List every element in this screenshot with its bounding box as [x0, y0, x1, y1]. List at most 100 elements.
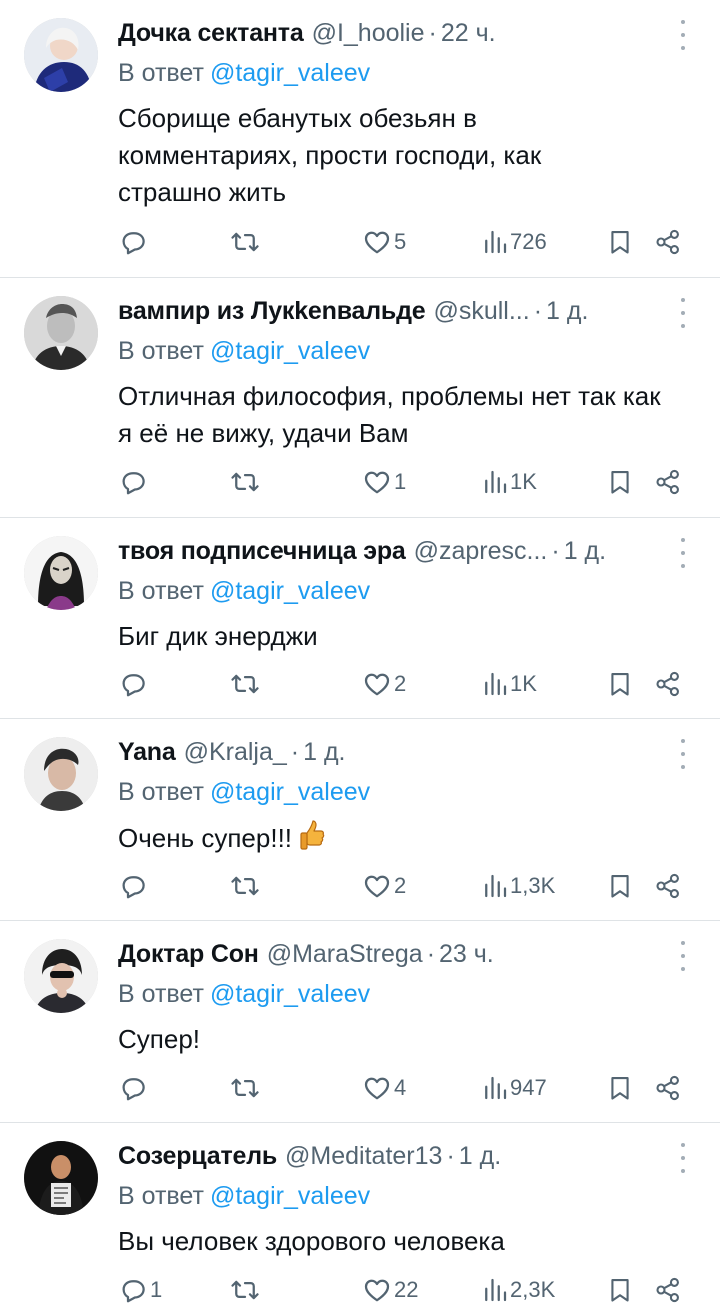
timestamp[interactable]: 23 ч. — [439, 940, 494, 968]
share-button[interactable] — [654, 668, 682, 700]
like-button[interactable]: 1 — [362, 466, 406, 498]
tweet-text: Супер! — [118, 1021, 702, 1058]
reply-prefix: В ответ — [118, 980, 204, 1008]
views-button[interactable]: 2,3K — [482, 1274, 555, 1306]
reply-context: В ответ @tagir_valeev — [118, 334, 370, 368]
more-icon[interactable] — [676, 1143, 690, 1173]
author-handle[interactable]: @Meditater13 — [285, 1142, 442, 1170]
bookmark-button[interactable] — [606, 870, 634, 902]
separator-dot: · — [290, 738, 300, 766]
retweet-button[interactable] — [230, 668, 262, 700]
share-icon — [654, 227, 682, 257]
action-bar: 5 726 — [118, 226, 690, 258]
like-button[interactable]: 4 — [362, 1072, 406, 1104]
more-icon[interactable] — [676, 739, 690, 769]
reply-prefix: В ответ — [118, 1182, 204, 1210]
reply-mention-link[interactable]: @tagir_valeev — [210, 337, 370, 365]
share-button[interactable] — [654, 466, 682, 498]
more-icon[interactable] — [676, 298, 690, 328]
tweet-3[interactable]: твоя подписечница эра @zapresc... · 1 д. В … — [0, 518, 720, 719]
tweet-5[interactable]: Доктар Сон @MaraStrega · 23 ч. В ответ @tagi… — [0, 921, 720, 1123]
author-handle[interactable]: @skull... — [433, 297, 529, 325]
reply-button[interactable]: 1 — [118, 1274, 162, 1306]
bookmark-button[interactable] — [606, 466, 634, 498]
like-button[interactable]: 2 — [362, 668, 406, 700]
tweet-2[interactable]: вампир из Лукkenвальде @skull... · 1 д. В о… — [0, 278, 720, 518]
reply-mention-link[interactable]: @tagir_valeev — [210, 59, 370, 87]
retweet-button[interactable] — [230, 1072, 262, 1104]
author-handle[interactable]: @MaraStrega — [267, 940, 423, 968]
reply-button[interactable] — [118, 870, 150, 902]
retweet-icon — [230, 1073, 260, 1103]
reply-mention-link[interactable]: @tagir_valeev — [210, 980, 370, 1008]
views-button[interactable]: 726 — [482, 226, 547, 258]
share-button[interactable] — [654, 1274, 682, 1306]
views-button[interactable]: 1K — [482, 466, 537, 498]
reply-mention-link[interactable]: @tagir_valeev — [210, 778, 370, 806]
bookmark-button[interactable] — [606, 668, 634, 700]
share-button[interactable] — [654, 870, 682, 902]
timestamp[interactable]: 22 ч. — [441, 19, 496, 47]
avatar[interactable] — [24, 737, 98, 811]
views-button[interactable]: 947 — [482, 1072, 547, 1104]
reply-button[interactable] — [118, 466, 150, 498]
author-name[interactable]: Созерцатель — [118, 1142, 277, 1170]
more-icon[interactable] — [676, 20, 690, 50]
timestamp[interactable]: 1 д. — [564, 537, 606, 565]
like-button[interactable]: 5 — [362, 226, 406, 258]
avatar[interactable] — [24, 18, 98, 92]
views-icon — [482, 227, 508, 257]
share-button[interactable] — [654, 1072, 682, 1104]
views-count: 1,3K — [510, 873, 556, 898]
reply-mention-link[interactable]: @tagir_valeev — [210, 1182, 370, 1210]
author-name[interactable]: Yana — [118, 738, 176, 766]
timestamp[interactable]: 1 д. — [546, 297, 588, 325]
tweet-text: Биг дик энерджи — [118, 618, 702, 655]
share-button[interactable] — [654, 226, 682, 258]
timestamp[interactable]: 1 д. — [303, 738, 345, 766]
views-button[interactable]: 1,3K — [482, 870, 555, 902]
bookmark-button[interactable] — [606, 1072, 634, 1104]
like-button[interactable]: 2 — [362, 870, 406, 902]
retweet-icon — [230, 871, 260, 901]
tweet-header: Yana @Kralja_ · 1 д. — [118, 735, 660, 769]
retweet-button[interactable] — [230, 466, 262, 498]
timestamp[interactable]: 1 д. — [459, 1142, 501, 1170]
author-name[interactable]: твоя подписечница эра — [118, 537, 406, 565]
tweet-4[interactable]: Yana @Kralja_ · 1 д. В ответ @tagir_valeev О… — [0, 719, 720, 921]
retweet-button[interactable] — [230, 226, 262, 258]
tweet-text-content: Очень супер!!! — [118, 823, 293, 853]
avatar[interactable] — [24, 536, 98, 610]
retweet-button[interactable] — [230, 1274, 262, 1306]
like-button[interactable]: 22 — [362, 1274, 418, 1306]
author-name[interactable]: Доктар Сон — [118, 940, 259, 968]
avatar[interactable] — [24, 939, 98, 1013]
separator-dot: · — [446, 1142, 455, 1170]
tweet-1[interactable]: Дочка сектанта @I_hoolie · 22 ч. В ответ @ta… — [0, 0, 720, 278]
separator-dot: · — [426, 940, 436, 968]
bookmark-button[interactable] — [606, 226, 634, 258]
more-icon[interactable] — [676, 538, 690, 568]
author-handle[interactable]: @I_hoolie — [312, 19, 425, 47]
author-handle[interactable]: @Kralja_ — [184, 738, 287, 766]
heart-icon — [362, 467, 392, 497]
reply-mention-link[interactable]: @tagir_valeev — [210, 577, 370, 605]
views-button[interactable]: 1K — [482, 668, 537, 700]
author-name[interactable]: Дочка сектанта — [118, 19, 304, 47]
tweet-6[interactable]: Созерцатель @Meditater13 · 1 д. В ответ @tag… — [0, 1123, 720, 1316]
retweet-button[interactable] — [230, 870, 262, 902]
reply-button[interactable] — [118, 668, 150, 700]
author-name[interactable]: вампир из Лукkenвальде — [118, 297, 426, 325]
views-icon — [482, 871, 508, 901]
reply-button[interactable] — [118, 1072, 150, 1104]
reply-count: 1 — [150, 1277, 163, 1302]
action-bar: 4 947 — [118, 1072, 690, 1104]
author-handle[interactable]: @zapresc... — [414, 537, 548, 565]
bookmark-button[interactable] — [606, 1274, 634, 1306]
bookmark-icon — [606, 467, 634, 497]
avatar[interactable] — [24, 1141, 98, 1215]
reply-button[interactable] — [118, 226, 150, 258]
more-icon[interactable] — [676, 941, 690, 971]
avatar[interactable] — [24, 296, 98, 370]
reply-context: В ответ @tagir_valeev — [118, 775, 370, 809]
